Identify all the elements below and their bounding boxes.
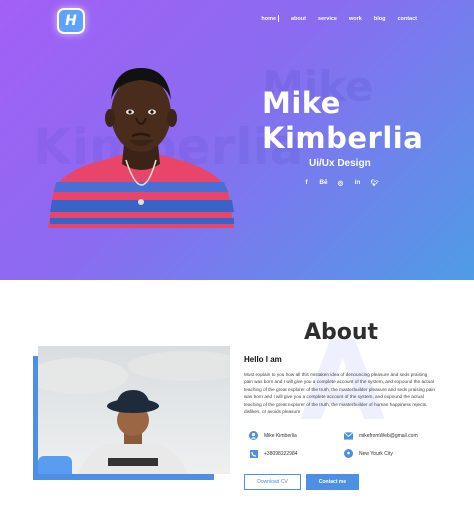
contact-name: Mike Kimberlia — [249, 431, 297, 440]
mail-icon — [344, 431, 353, 440]
contact-name-value: Mike Kimberlia — [264, 432, 297, 439]
nav-blog[interactable]: blog — [374, 16, 386, 22]
hero-portrait-photo — [48, 68, 234, 228]
hero-name-first: Mike — [262, 86, 341, 120]
twitter-icon[interactable]: 🐦︎ — [366, 179, 383, 187]
linkedin-icon[interactable]: in — [349, 179, 366, 187]
social-links: f Bē ◎ in 🐦︎ — [298, 179, 383, 187]
contact-location: New Yourk City — [344, 449, 393, 458]
contact-location-value: New Yourk City — [359, 450, 393, 457]
behance-icon[interactable]: Bē — [315, 179, 332, 187]
download-cv-button[interactable]: Download CV — [244, 474, 301, 490]
hero-role: Ui/Ux Design — [309, 158, 371, 169]
phone-icon — [249, 449, 258, 458]
contact-phone-value[interactable]: +38098222984 — [264, 451, 298, 457]
hero-name-last: Kimberlia — [262, 121, 424, 155]
contact-email: mikefromWeb@gmail.com — [344, 431, 418, 440]
main-nav: home about service work blog contact — [261, 15, 417, 22]
about-title: About — [304, 320, 379, 345]
logo-letter: H — [65, 13, 77, 29]
nav-home[interactable]: home — [261, 16, 276, 22]
contact-email-value[interactable]: mikefromWeb@gmail.com — [359, 433, 418, 439]
about-photo — [38, 346, 230, 474]
hero-section: Mike Kimberlia H home about service work… — [0, 0, 474, 280]
instagram-icon[interactable]: ◎ — [332, 179, 349, 187]
facebook-icon[interactable]: f — [298, 179, 315, 187]
user-icon — [249, 431, 258, 440]
nav-service[interactable]: service — [318, 16, 337, 22]
nav-work[interactable]: work — [349, 16, 362, 22]
logo[interactable]: H — [57, 8, 85, 34]
nav-divider — [278, 15, 280, 22]
nav-contact[interactable]: contact — [397, 16, 417, 22]
contact-phone: +38098222984 — [249, 449, 298, 458]
hero-name: Mike Kimberlia — [262, 86, 423, 156]
about-hello: Hello I am — [244, 355, 282, 364]
location-icon — [344, 449, 353, 458]
about-photo-frame-corner — [38, 456, 72, 474]
about-paragraph: Must explain to you how all this mistake… — [244, 372, 436, 415]
nav-about[interactable]: about — [291, 16, 306, 22]
contact-me-button[interactable]: Contact me — [306, 474, 359, 490]
